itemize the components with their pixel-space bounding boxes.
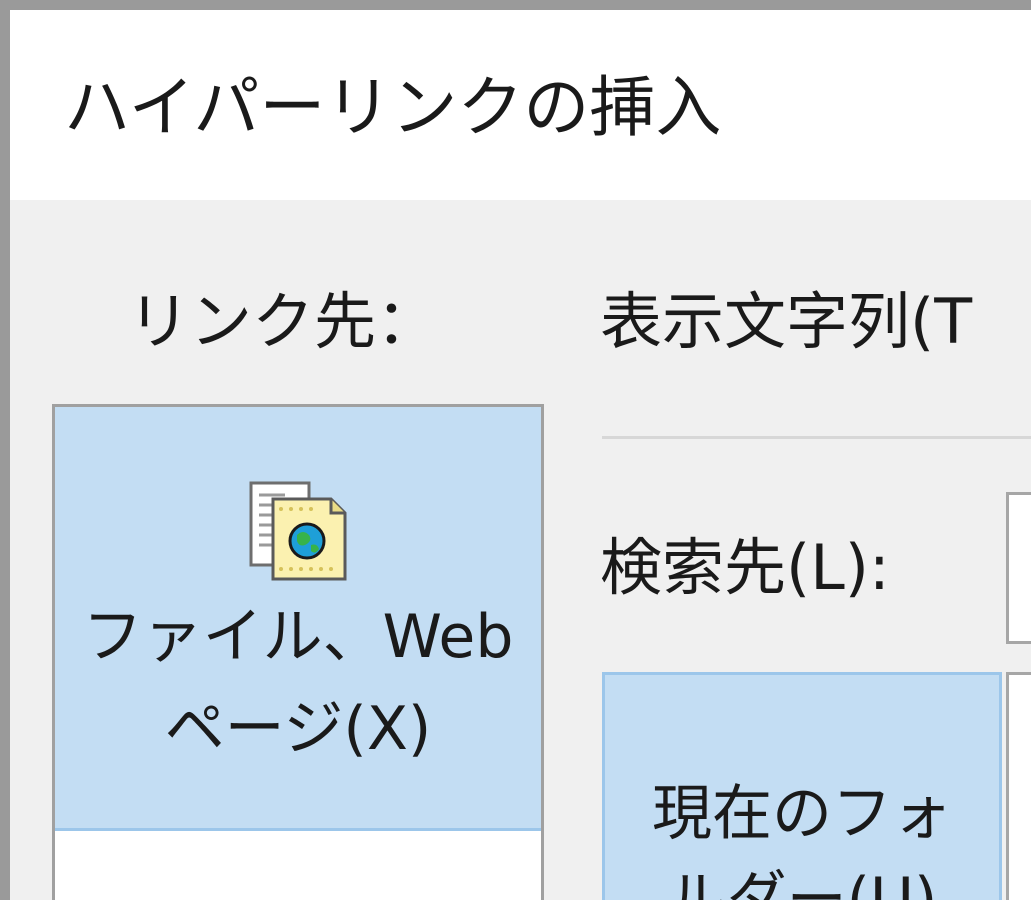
link-to-item-existing-file-web-page[interactable]: ファイル、Web ページ(X)	[55, 407, 541, 831]
window-frame-left	[0, 0, 10, 900]
link-to-panel: ファイル、Web ページ(X)	[52, 404, 544, 900]
existing-file-web-page-icon	[245, 479, 355, 589]
look-in-dropdown[interactable]	[1006, 492, 1031, 644]
display-text-label: 表示文字列(T	[600, 285, 973, 358]
current-folder-button[interactable]: 現在のフォ ルダー(U)	[602, 672, 1002, 900]
dialog-body: リンク先： ファイル、Web ページ(X) 表示文字列(T 検索先(L): 現在…	[10, 200, 1031, 900]
file-list[interactable]	[1006, 672, 1031, 900]
link-to-item-label: ファイル、Web ページ(X)	[82, 602, 514, 764]
title-bar[interactable]: ハイパーリンクの挿入	[10, 10, 1031, 200]
link-to-label: リンク先：	[128, 285, 439, 358]
look-in-label: 検索先(L):	[600, 531, 890, 604]
current-folder-label: 現在のフォ ルダー(U)	[652, 779, 952, 900]
insert-hyperlink-dialog: ハイパーリンクの挿入 リンク先： ファイル、Web ページ(X) 表示文字列(T…	[0, 0, 1031, 900]
window-frame-top	[0, 0, 1031, 10]
separator	[602, 436, 1031, 439]
window-title: ハイパーリンクの挿入	[64, 69, 722, 146]
